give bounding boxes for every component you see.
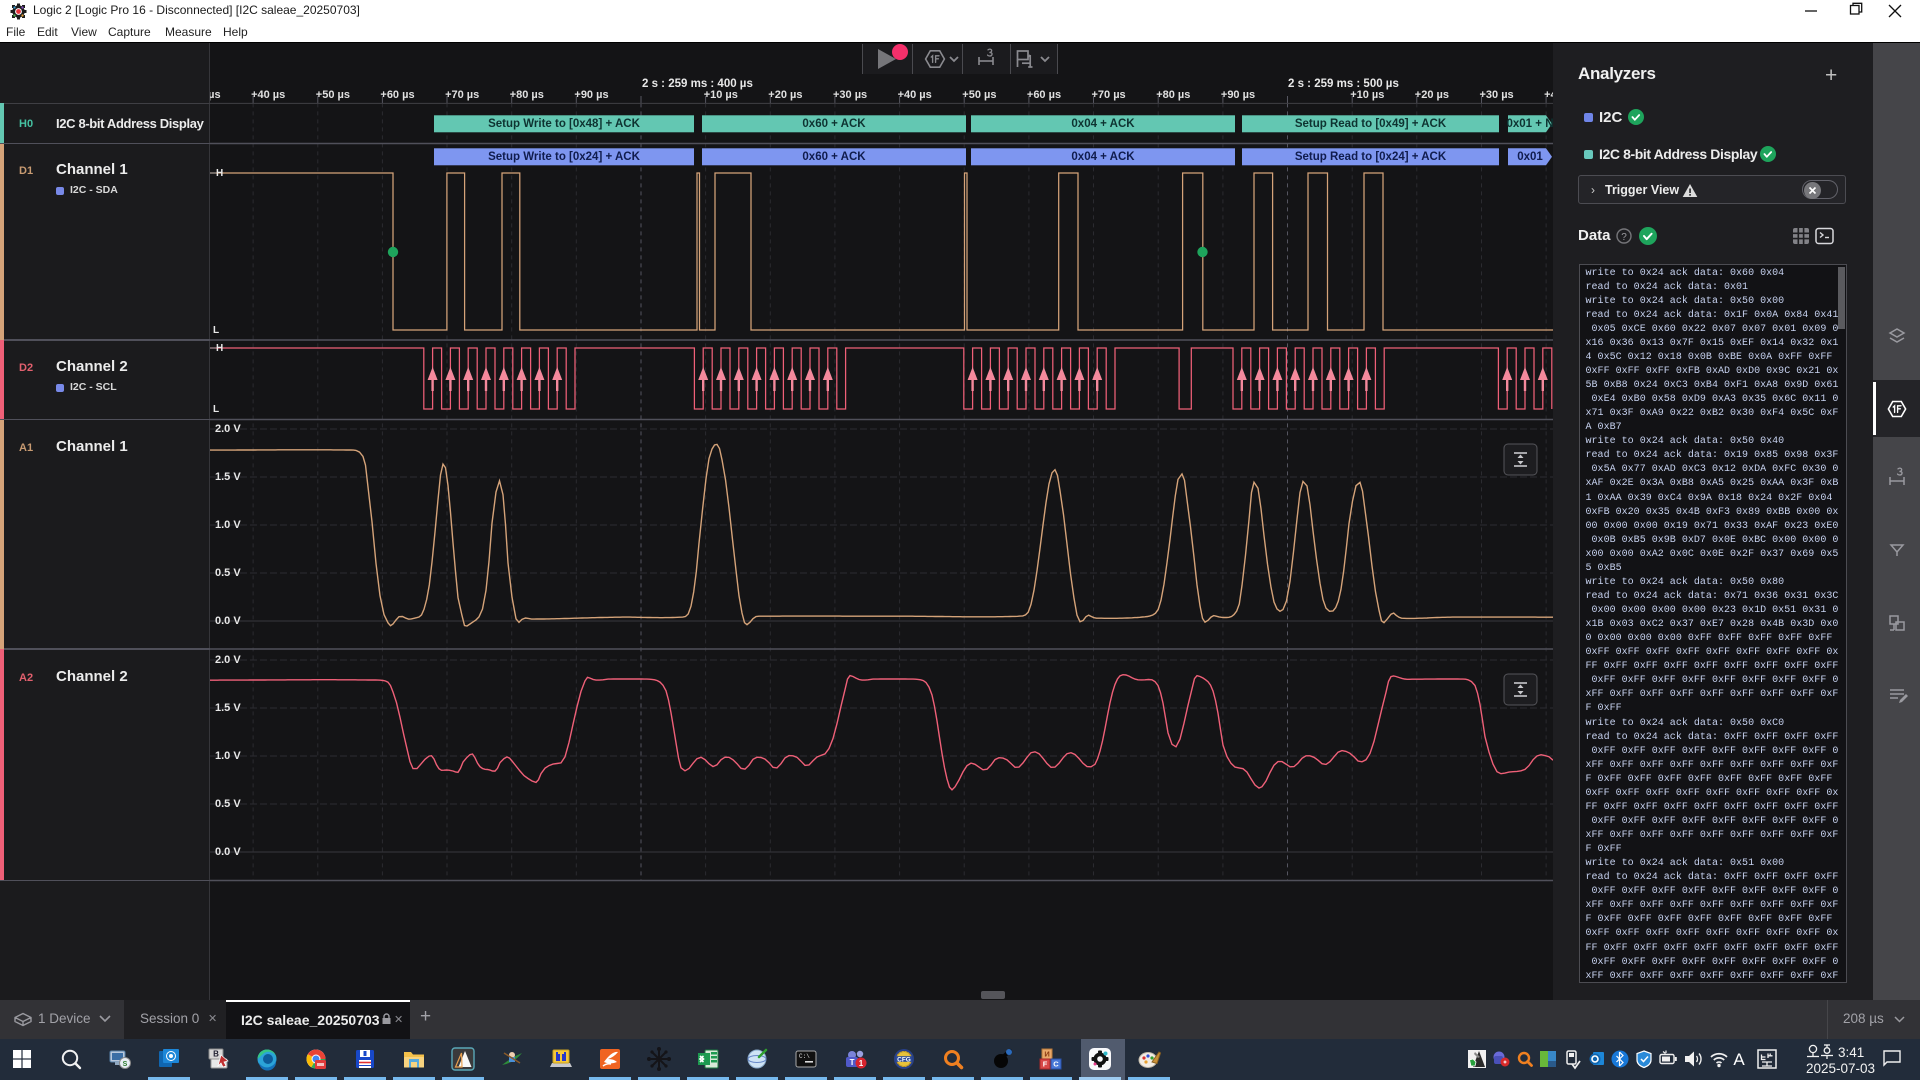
svg-text:T: T bbox=[850, 1058, 855, 1067]
svg-text:B: B bbox=[213, 1050, 219, 1059]
svg-text:C:\: C:\ bbox=[799, 1053, 810, 1060]
svg-text:A: A bbox=[1733, 1050, 1745, 1069]
svg-text:3:41: 3:41 bbox=[1838, 1045, 1864, 1060]
svg-text:S: S bbox=[123, 1061, 128, 1068]
svg-text:C: C bbox=[1053, 1060, 1059, 1069]
svg-text:2025-07-03: 2025-07-03 bbox=[1806, 1061, 1875, 1076]
svg-text:1: 1 bbox=[859, 1059, 864, 1068]
svg-text:И: И bbox=[1044, 1050, 1049, 1059]
svg-text:CFG: CFG bbox=[897, 1056, 911, 1063]
svg-text:F: F bbox=[1043, 1060, 1048, 1069]
